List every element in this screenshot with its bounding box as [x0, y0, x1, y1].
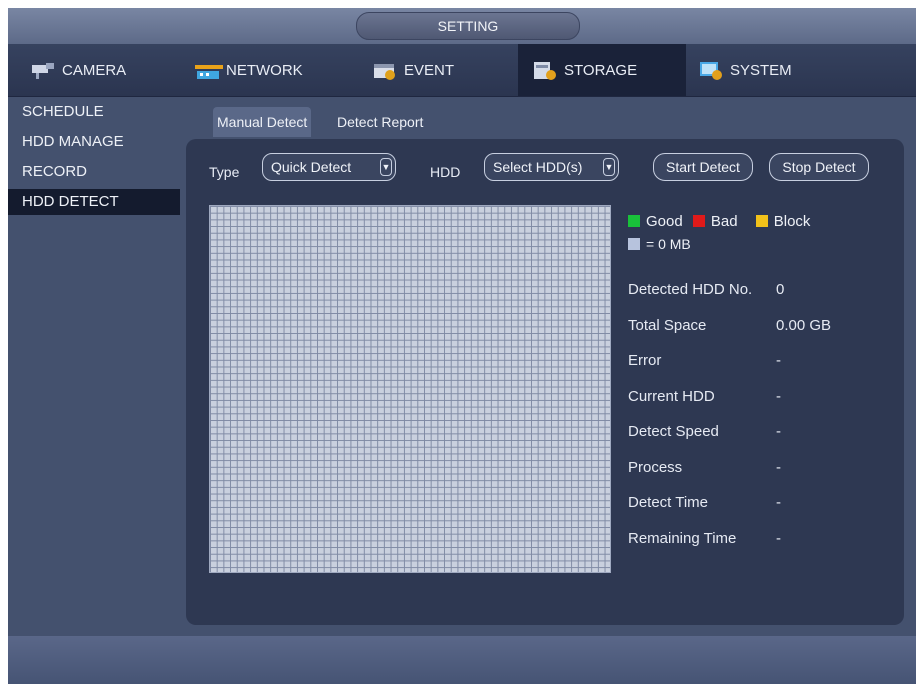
subtab-detect-report[interactable]: Detect Report — [337, 107, 423, 137]
screen: SETTING CAMERA NETWORK EVENT STORAGE SYS… — [8, 8, 916, 684]
menu-item-record[interactable]: RECORD — [8, 159, 180, 185]
tab-network[interactable]: NETWORK — [188, 44, 348, 96]
legend: Good Bad Block = 0 MB — [628, 213, 810, 252]
camera-icon — [30, 59, 56, 81]
window-title: SETTING — [356, 12, 580, 40]
main-tab-bar: CAMERA NETWORK EVENT STORAGE SYSTEM — [8, 44, 916, 97]
info-label: Error — [628, 352, 662, 369]
legend-bad: Bad — [710, 213, 738, 230]
tab-event[interactable]: EVENT — [358, 44, 518, 96]
info-value: - — [776, 459, 781, 476]
info-label: Detect Time — [628, 494, 709, 511]
info-row: Process - — [628, 459, 781, 476]
type-label: Type — [209, 164, 240, 180]
tab-label: EVENT — [404, 61, 455, 79]
info-value: - — [776, 530, 781, 547]
chevron-down-icon: ▼ — [603, 158, 615, 176]
tab-label: NETWORK — [226, 61, 303, 79]
menu-item-hdd-detect[interactable]: HDD DETECT — [8, 189, 180, 215]
info-row: Detected HDD No. 0 — [628, 281, 784, 298]
info-row: Detect Time - — [628, 494, 781, 511]
bad-swatch — [692, 215, 705, 227]
network-icon — [194, 59, 224, 81]
info-label: Remaining Time — [628, 530, 737, 547]
type-select[interactable]: Quick Detect ▼ — [262, 153, 396, 181]
detect-panel: Type Quick Detect ▼ HDD Select HDD(s) ▼ … — [186, 139, 904, 625]
tab-label: STORAGE — [564, 61, 638, 79]
subtab-manual-detect[interactable]: Manual Detect — [213, 107, 312, 137]
tab-label: SYSTEM — [730, 61, 792, 79]
info-row: Total Space 0.00 GB — [628, 317, 831, 334]
block-swatch — [755, 215, 768, 227]
info-label: Process — [628, 459, 683, 476]
system-icon — [698, 59, 724, 81]
legend-good: Good — [646, 213, 683, 230]
info-label: Total Space — [628, 317, 707, 334]
legend-block: Block — [773, 213, 811, 230]
unit-swatch — [628, 238, 640, 250]
info-row: Remaining Time - — [628, 530, 781, 547]
info-row: Current HDD - — [628, 388, 781, 405]
tab-system[interactable]: SYSTEM — [692, 44, 852, 96]
info-value: - — [776, 388, 781, 405]
type-select-value: Quick Detect — [271, 159, 352, 175]
left-menu: SCHEDULE HDD MANAGE RECORD HDD DETECT — [8, 97, 180, 215]
title-bar: SETTING — [8, 8, 916, 44]
menu-item-hdd-manage[interactable]: HDD MANAGE — [8, 129, 180, 155]
tab-storage[interactable]: STORAGE — [518, 44, 686, 96]
storage-icon — [532, 59, 558, 81]
hdd-label: HDD — [430, 164, 461, 180]
hdd-select-value: Select HDD(s) — [493, 159, 583, 175]
tab-camera[interactable]: CAMERA — [16, 44, 176, 96]
info-value: - — [776, 352, 781, 369]
menu-item-schedule[interactable]: SCHEDULE — [8, 99, 180, 125]
info-value: 0 — [776, 281, 785, 298]
legend-unit: = 0 MB — [646, 236, 691, 252]
chevron-down-icon: ▼ — [380, 158, 392, 176]
info-row: Detect Speed - — [628, 423, 781, 440]
start-detect-button[interactable]: Start Detect — [653, 153, 753, 181]
detect-block-grid — [209, 205, 611, 573]
info-label: Current HDD — [628, 388, 715, 405]
info-row: Error - — [628, 352, 781, 369]
info-value: - — [776, 423, 781, 440]
info-value: 0.00 GB — [776, 317, 832, 334]
good-swatch — [628, 215, 640, 227]
info-label: Detected HDD No. — [628, 281, 753, 298]
event-icon — [372, 59, 398, 81]
stop-detect-button[interactable]: Stop Detect — [769, 153, 869, 181]
info-label: Detect Speed — [628, 423, 719, 440]
bottom-bar — [8, 636, 916, 684]
tab-label: CAMERA — [62, 61, 127, 79]
info-value: - — [776, 494, 781, 511]
hdd-select[interactable]: Select HDD(s) ▼ — [484, 153, 619, 181]
